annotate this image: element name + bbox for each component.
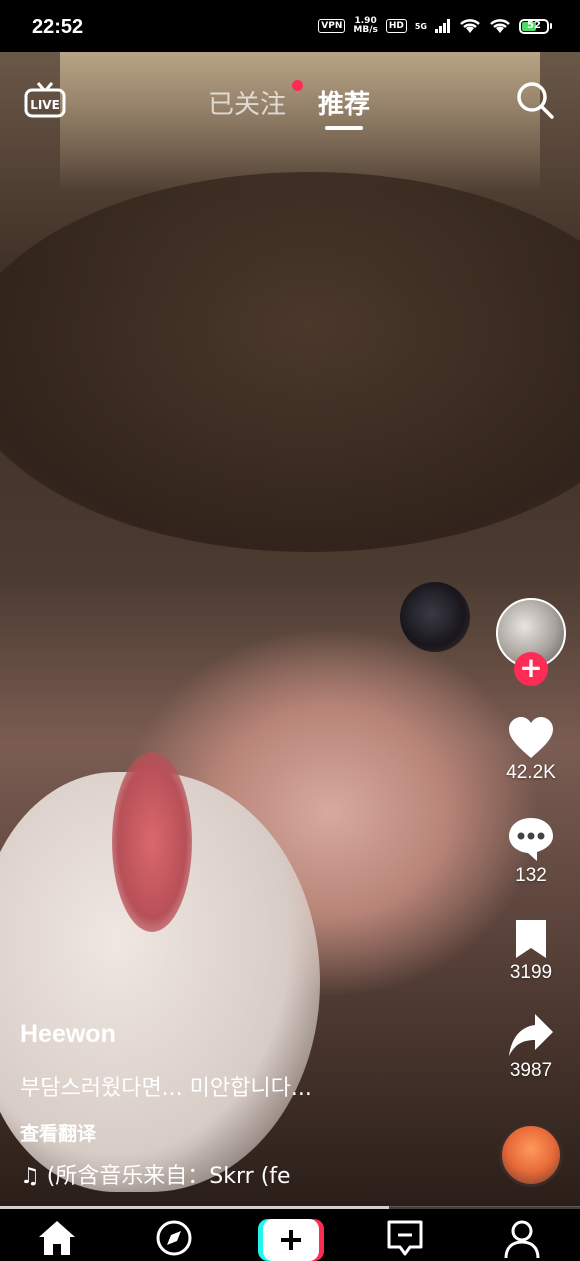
tab-for-you[interactable]: 推荐 bbox=[318, 84, 370, 121]
video-eye bbox=[400, 582, 470, 652]
wifi-icon bbox=[460, 19, 480, 33]
active-tab-indicator bbox=[325, 126, 363, 130]
network-type: 5G bbox=[414, 21, 427, 31]
bookmark-icon bbox=[516, 920, 546, 958]
music-disc-icon[interactable] bbox=[499, 1123, 563, 1187]
favorite-count: 3199 bbox=[509, 962, 553, 983]
video-description[interactable]: 부담스러웠다면... 미안합니다... bbox=[20, 1070, 312, 1102]
network-speed: 1.90 MB/s bbox=[353, 17, 377, 35]
like-count: 42.2K bbox=[506, 762, 556, 783]
music-info[interactable]: ♫ (所含音乐来自：Skrr (fe bbox=[20, 1158, 291, 1190]
battery-level: 52 bbox=[527, 19, 541, 31]
translate-button[interactable]: 查看翻译 bbox=[20, 1119, 96, 1146]
inbox-icon[interactable] bbox=[386, 1219, 424, 1257]
live-label: LIVE bbox=[30, 98, 60, 112]
comment-count: 132 bbox=[515, 865, 547, 886]
tab-following[interactable]: 已关注 bbox=[208, 84, 286, 121]
video-hair bbox=[0, 172, 580, 552]
share-icon bbox=[509, 1014, 553, 1056]
top-nav: LIVE 已关注 推荐 bbox=[0, 52, 580, 142]
status-time: 22:52 bbox=[32, 16, 84, 38]
status-icons: VPN 1.90 MB/s HD 5G 52 bbox=[318, 17, 552, 35]
share-button[interactable]: 3987 bbox=[495, 1012, 567, 1082]
share-count: 3987 bbox=[509, 1060, 553, 1081]
notification-dot bbox=[292, 80, 303, 91]
create-button[interactable] bbox=[258, 1219, 324, 1261]
favorite-button[interactable]: 3199 bbox=[495, 918, 567, 984]
network-speed-unit: MB/s bbox=[353, 25, 378, 35]
vpn-badge: VPN bbox=[318, 19, 346, 33]
comment-button[interactable]: 132 bbox=[495, 815, 567, 887]
video-lips bbox=[112, 752, 192, 932]
live-icon[interactable]: LIVE bbox=[24, 82, 66, 118]
status-bar: 22:52 VPN 1.90 MB/s HD 5G 52 bbox=[0, 0, 580, 52]
wifi-icon-2 bbox=[490, 19, 510, 33]
discover-icon[interactable] bbox=[155, 1219, 193, 1257]
battery-icon: 52 bbox=[519, 18, 552, 34]
signal-icon bbox=[435, 19, 450, 33]
profile-icon[interactable] bbox=[503, 1219, 541, 1259]
home-icon[interactable] bbox=[37, 1219, 77, 1257]
heart-icon bbox=[509, 717, 553, 758]
follow-button[interactable]: + bbox=[514, 652, 548, 686]
like-button[interactable]: 42.2K bbox=[495, 716, 567, 784]
comment-icon bbox=[509, 818, 553, 861]
hd-badge: HD bbox=[385, 19, 407, 33]
search-icon[interactable] bbox=[515, 80, 555, 120]
author-name[interactable]: Heewon bbox=[20, 1020, 116, 1049]
